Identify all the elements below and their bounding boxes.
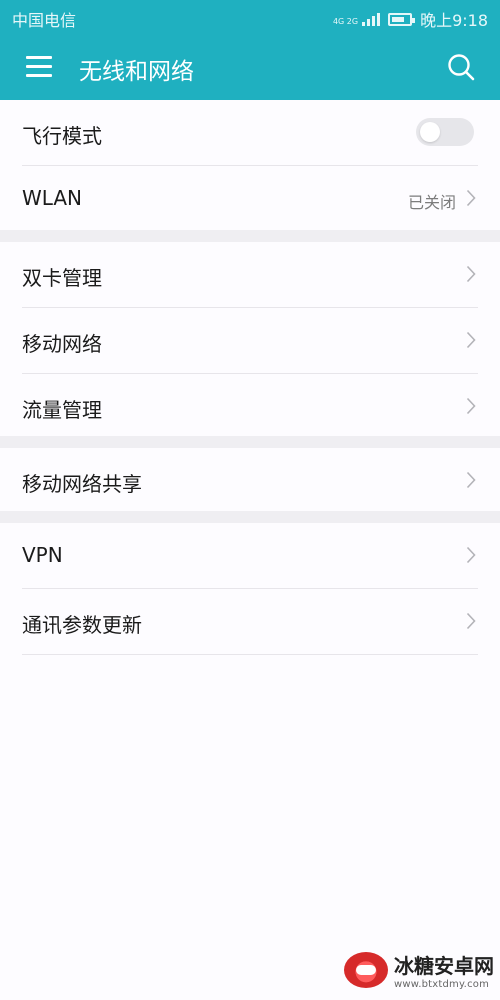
chevron-right-icon (466, 546, 476, 564)
chevron-right-icon (466, 265, 476, 283)
signal-icon: 4G 2G (332, 12, 381, 26)
section-vpn: VPN 通讯参数更新 (0, 523, 500, 1000)
carrier-name: 中国电信 (12, 11, 77, 30)
section-sim-data: 双卡管理 移动网络 流量管理 (0, 242, 500, 436)
chevron-right-icon (466, 397, 476, 415)
status-bar: 中国电信 4G 2G 晚上9:18 (0, 0, 500, 34)
top-bar: 中国电信 4G 2G 晚上9:18 无线和网络 (0, 0, 500, 100)
battery-icon (388, 12, 416, 26)
hamburger-menu-icon[interactable] (26, 56, 52, 77)
page-title: 无线和网络 (79, 59, 194, 85)
vpn-row[interactable]: VPN (22, 523, 478, 589)
airplane-mode-toggle[interactable] (416, 118, 474, 146)
dual-sim-row[interactable]: 双卡管理 (22, 242, 478, 308)
chevron-right-icon (466, 189, 476, 207)
section-gap (0, 436, 500, 448)
chevron-right-icon (466, 471, 476, 489)
dual-sim-label: 双卡管理 (22, 266, 102, 290)
section-tethering: 移动网络共享 (0, 448, 500, 511)
data-usage-label: 流量管理 (22, 398, 102, 422)
mobile-network-row[interactable]: 移动网络 (22, 308, 478, 374)
clock: 晚上9:18 (420, 11, 488, 30)
app-bar: 无线和网络 (0, 34, 500, 100)
section-gap (0, 230, 500, 242)
status-right: 4G 2G 晚上9:18 (333, 7, 488, 31)
mobile-network-label: 移动网络 (22, 332, 102, 356)
data-usage-row[interactable]: 流量管理 (22, 374, 478, 439)
tethering-label: 移动网络共享 (22, 472, 142, 496)
carrier-settings-update-label: 通讯参数更新 (22, 613, 142, 637)
section-gap (0, 511, 500, 523)
airplane-mode-label: 飞行模式 (22, 124, 102, 148)
wlan-status: 已关闭 (407, 193, 456, 212)
wlan-label: WLAN (22, 186, 83, 210)
watermark-name: 冰糖安卓网 (394, 954, 494, 978)
wlan-row[interactable]: WLAN 已关闭 (22, 166, 478, 231)
section-connectivity: 飞行模式 WLAN 已关闭 (0, 100, 500, 230)
vpn-label: VPN (22, 543, 63, 567)
watermark-logo-icon (344, 952, 388, 988)
network-type-tag: 4G 2G (332, 17, 359, 26)
airplane-mode-row[interactable]: 飞行模式 (22, 100, 478, 166)
carrier-settings-update-row[interactable]: 通讯参数更新 (22, 589, 478, 655)
watermark: 冰糖安卓网 www.btxtdmy.com (344, 950, 494, 990)
watermark-url: www.btxtdmy.com (394, 979, 490, 990)
chevron-right-icon (466, 331, 476, 349)
chevron-right-icon (466, 612, 476, 630)
search-icon[interactable] (446, 52, 476, 82)
tethering-row[interactable]: 移动网络共享 (22, 448, 478, 511)
